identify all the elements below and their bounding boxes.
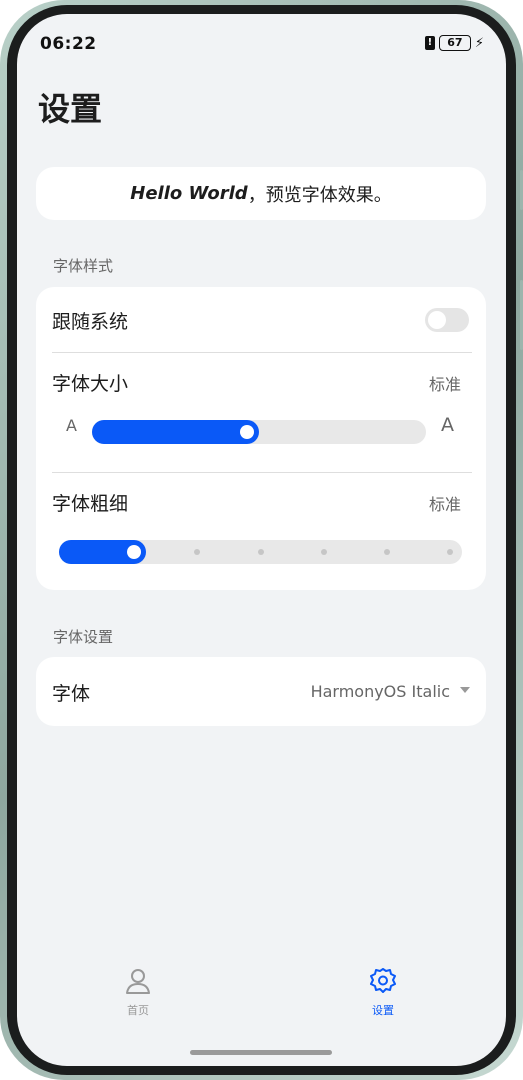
font-size-slider-thumb[interactable] xyxy=(240,425,254,439)
battery-icon: 67 xyxy=(438,35,471,51)
status-time: 06:22 xyxy=(40,34,97,54)
font-weight-step-tick xyxy=(194,549,201,555)
home-indicator[interactable] xyxy=(190,1050,332,1055)
follow-system-toggle[interactable] xyxy=(425,308,469,332)
page-title: 设置 xyxy=(38,90,103,128)
sim-alert-icon: ! xyxy=(424,36,435,50)
divider xyxy=(52,352,472,353)
font-size-small-marker: A xyxy=(66,416,77,435)
font-label: 字体 xyxy=(52,683,91,705)
chevron-down-icon[interactable] xyxy=(460,687,470,693)
section-title-font-style: 字体样式 xyxy=(53,257,114,275)
divider xyxy=(52,472,472,473)
charging-icon: ⚡ xyxy=(474,35,484,51)
font-weight-step-tick xyxy=(257,549,264,555)
font-size-label: 字体大小 xyxy=(52,373,129,395)
follow-system-row[interactable]: 跟随系统 xyxy=(36,287,486,351)
tab-home[interactable]: 首页 xyxy=(98,966,178,1018)
tab-settings-label: 设置 xyxy=(372,1004,394,1017)
font-select-row[interactable]: 字体 HarmonyOS Italic xyxy=(36,657,486,726)
tab-settings[interactable]: 设置 xyxy=(343,966,423,1018)
battery-level: 67 xyxy=(447,36,463,49)
preview-hello-text: Hello World xyxy=(130,183,248,204)
font-weight-slider[interactable] xyxy=(59,540,462,564)
preview-rest-text: ，预览字体效果。 xyxy=(247,184,392,206)
font-weight-step-tick xyxy=(320,549,327,555)
screen: 06:22 ! 67 ⚡ 设置 Hello World ，预览字体效果。 字体样式… xyxy=(17,14,506,1066)
font-weight-label: 字体粗细 xyxy=(52,493,129,515)
font-size-value: 标准 xyxy=(428,375,461,394)
person-icon xyxy=(126,969,150,994)
font-weight-step-tick xyxy=(383,549,390,555)
font-size-slider[interactable] xyxy=(92,420,426,444)
font-style-card: 跟随系统 字体大小 标准 A A 字体粗细 标准 xyxy=(36,287,486,590)
font-size-slider-fill xyxy=(92,420,259,444)
status-icons: ! 67 ⚡ xyxy=(424,35,484,51)
font-value[interactable]: HarmonyOS Italic xyxy=(311,682,450,701)
follow-system-label: 跟随系统 xyxy=(52,311,129,333)
font-preview-card: Hello World ，预览字体效果。 xyxy=(36,167,486,220)
tab-home-label: 首页 xyxy=(127,1004,149,1017)
font-weight-step-tick xyxy=(447,549,453,555)
font-weight-value: 标准 xyxy=(428,495,461,514)
section-title-font-settings: 字体设置 xyxy=(53,628,114,646)
gear-icon xyxy=(370,968,396,993)
toggle-knob xyxy=(428,311,446,329)
font-size-large-marker: A xyxy=(441,414,454,436)
